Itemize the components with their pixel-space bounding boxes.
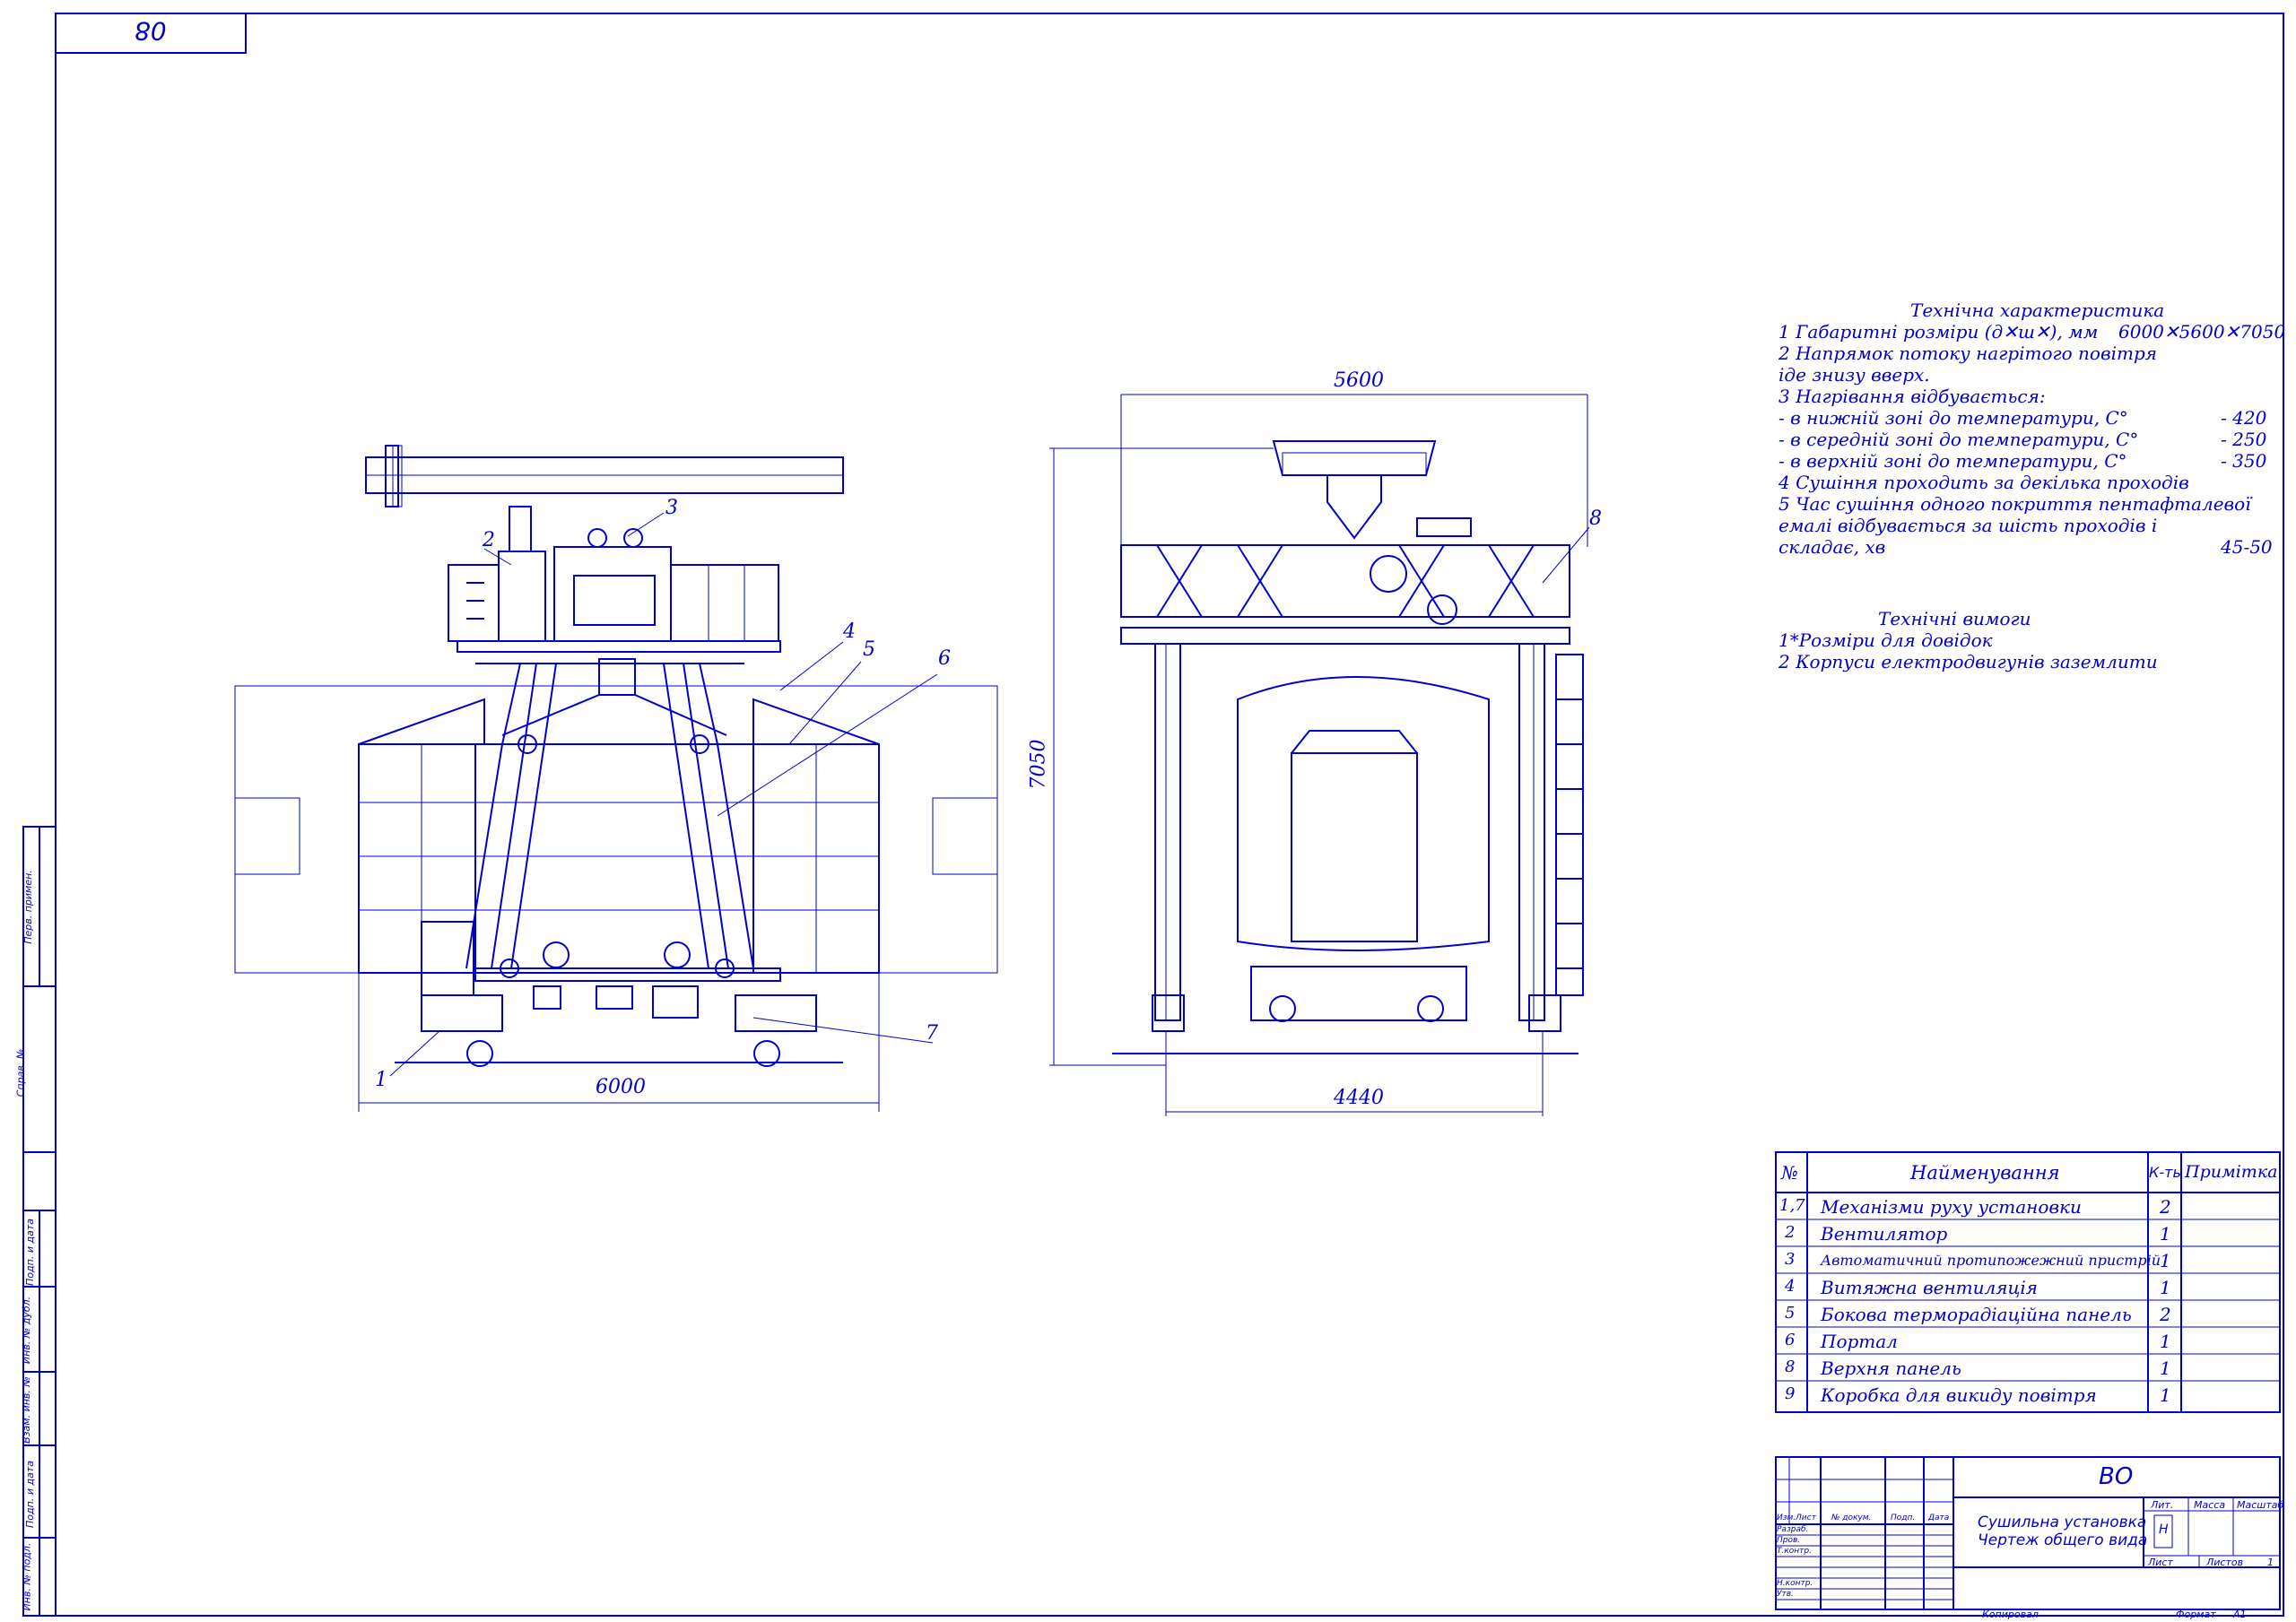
callout-8: 8 <box>1589 507 1602 530</box>
title-role: Т.контр. <box>1777 1547 1813 1556</box>
side-stamp-label: Подп. и дата <box>23 1461 36 1528</box>
callout-2: 2 <box>483 529 495 551</box>
tech-spec-t-mid: - 250 <box>2221 429 2267 450</box>
table-header-no: № <box>1781 1162 1798 1184</box>
title-role: Утв. <box>1777 1590 1794 1599</box>
title-block-scale: Масштаб <box>2237 1499 2284 1511</box>
table-row-no: 9 <box>1785 1384 1796 1403</box>
title-col-header: Дата <box>1928 1514 1950 1522</box>
title-col-header: Подп. <box>1891 1514 1916 1522</box>
tech-req-line: 1*Розміри для довідок <box>1779 629 1993 651</box>
title-role: Разраб. <box>1777 1525 1809 1534</box>
table-row-qty: 1 <box>2160 1357 2171 1379</box>
title-block-format: Формат <box>2176 1609 2216 1620</box>
tech-spec-dims: 6000✕5600✕7050 <box>2118 321 2286 343</box>
side-stamp-label: Инв. № дубл. <box>21 1296 33 1365</box>
title-block-sheets: Листов <box>2206 1557 2244 1568</box>
table-header-name: Найменування <box>1910 1162 2060 1184</box>
table-row-name: Механізми руху установки <box>1821 1196 2082 1218</box>
tech-spec-line: емалі відбувається за шість проходів і <box>1779 515 2158 536</box>
dim-side-top: 5600 <box>1334 369 1384 392</box>
tech-spec-line: 1 Габаритні розміри (д✕ш✕), мм <box>1779 321 2099 343</box>
tech-spec-line: - в нижній зоні до температури, С° <box>1779 407 2128 429</box>
tech-req-title: Технічні вимоги <box>1878 608 2031 629</box>
side-stamp-label: Перв. примен. <box>22 870 34 944</box>
title-block-lit: Лит. <box>2151 1499 2174 1511</box>
tech-spec-line: 3 Нагрівання відбувається: <box>1779 386 2046 407</box>
title-block-lit-value: Н <box>2159 1522 2169 1537</box>
callout-7: 7 <box>926 1022 938 1045</box>
table-row-no: 2 <box>1785 1223 1796 1242</box>
title-col-header: № докум. <box>1831 1514 1872 1522</box>
title-col-header: Изм. <box>1777 1514 1796 1522</box>
tech-spec-line: складає, хв <box>1779 536 1886 558</box>
tech-spec-t-high: - 350 <box>2221 450 2267 472</box>
tech-spec-t-low: - 420 <box>2221 407 2267 429</box>
table-row-no: 1,7 <box>1779 1196 1805 1215</box>
table-row-qty: 1 <box>2160 1223 2171 1245</box>
title-block-mass: Масса <box>2194 1499 2226 1511</box>
table-row-qty: 2 <box>2160 1304 2171 1325</box>
side-stamp-label: Инв. № подл. <box>21 1542 33 1611</box>
table-header-note: Примітка <box>2185 1162 2278 1182</box>
tech-spec-line: 2 Напрямок потоку нагрітого повітря <box>1779 343 2158 364</box>
table-row-name: Вентилятор <box>1821 1223 1948 1245</box>
table-row-name: Витяжна вентиляція <box>1821 1277 2039 1298</box>
side-stamp-label: Взам. инв. № <box>20 1376 32 1444</box>
dim-side-bottom: 4440 <box>1334 1087 1384 1109</box>
table-row-qty: 1 <box>2160 1384 2171 1406</box>
table-row-name: Верхня панель <box>1821 1357 1961 1379</box>
callout-6: 6 <box>938 647 951 670</box>
tech-spec-title: Технічна характеристика <box>1910 299 2165 321</box>
title-block-code: ВО <box>2099 1463 2134 1490</box>
tech-spec-line: іде знизу вверх. <box>1779 364 1930 386</box>
table-row-no: 3 <box>1785 1250 1796 1269</box>
table-row-no: 5 <box>1785 1304 1796 1323</box>
tech-spec-line: 5 Час сушіння одного покриття пентафтале… <box>1779 493 2251 515</box>
table-row-no: 6 <box>1785 1331 1796 1349</box>
table-row-name: Автоматичний протипожежний пристрій <box>1821 1252 2161 1269</box>
callout-5: 5 <box>863 638 875 661</box>
tech-spec-line: - в верхній зоні до температури, С° <box>1779 450 2127 472</box>
side-view <box>1049 394 1590 1116</box>
title-block-sheet: Лист <box>2148 1557 2173 1568</box>
table-row-qty: 1 <box>2160 1250 2171 1271</box>
title-role: Пров. <box>1777 1536 1801 1545</box>
table-row-qty: 1 <box>2160 1331 2171 1352</box>
table-row-name: Бокова терморадіаційна панель <box>1821 1304 2132 1325</box>
table-row-no: 4 <box>1785 1277 1796 1296</box>
title-block-line2: Чертеж общего вида <box>1978 1531 2148 1549</box>
dim-side-height: 7050 <box>1027 739 1050 790</box>
side-stamp-label: Подп. и дата <box>23 1219 36 1286</box>
table-header-qty: К-ть <box>2149 1164 2181 1181</box>
title-col-header: Лист <box>1796 1514 1816 1522</box>
title-block-copied: Копировал <box>1982 1609 2039 1620</box>
tech-spec-line: 4 Сушіння проходить за декілька проходів <box>1779 472 2189 493</box>
title-role: Н.контр. <box>1777 1579 1813 1588</box>
table-row-name: Коробка для викиду повітря <box>1821 1384 2097 1406</box>
tech-spec-line: - в середній зоні до температури, С° <box>1779 429 2139 450</box>
side-stamp-label: Справ. № <box>14 1048 27 1097</box>
title-block-format-value: А1 <box>2233 1609 2247 1620</box>
callout-1: 1 <box>375 1069 387 1091</box>
table-row-qty: 1 <box>2160 1277 2171 1298</box>
table-row-no: 8 <box>1785 1357 1796 1376</box>
title-block-line1: Сушильна установка <box>1978 1514 2147 1531</box>
tech-spec-time: 45-50 <box>2221 536 2273 558</box>
title-block-sheets-value: 1 <box>2267 1557 2274 1568</box>
table-row-qty: 2 <box>2160 1196 2171 1218</box>
table-row-name: Портал <box>1821 1331 1898 1352</box>
callout-4: 4 <box>843 620 856 643</box>
tech-req-line: 2 Корпуси електродвигунів заземлити <box>1779 651 2158 672</box>
sheet-code: 08 <box>135 16 167 46</box>
dim-front-width: 6000 <box>596 1076 646 1098</box>
callout-3: 3 <box>665 497 678 519</box>
front-view <box>234 445 998 1112</box>
